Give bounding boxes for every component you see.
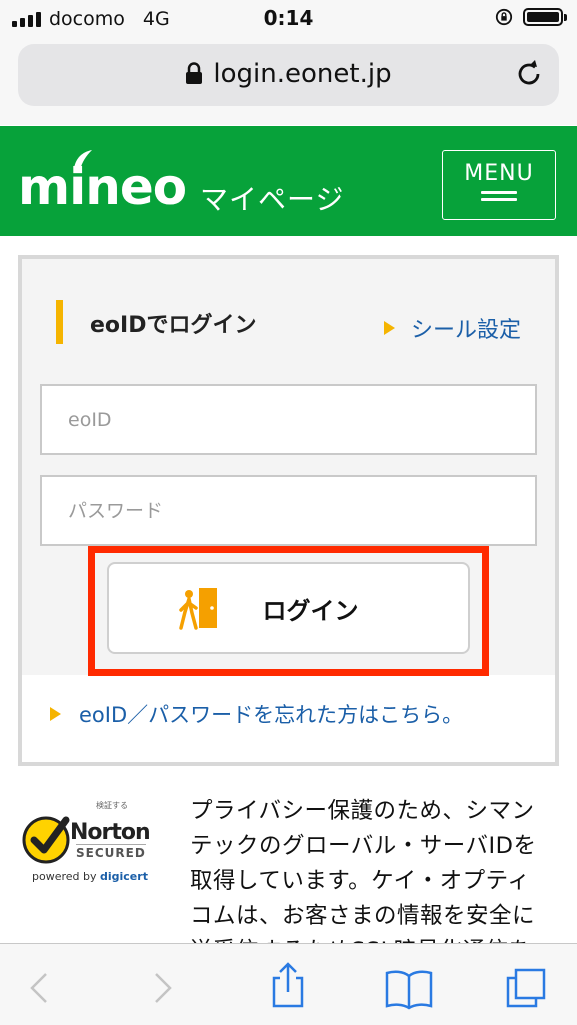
login-button[interactable]: ログイン [107, 562, 470, 654]
browser-toolbar [0, 943, 577, 1025]
menu-button[interactable]: MENU [442, 150, 556, 220]
norton-secured: SECURED [76, 844, 146, 860]
status-time: 0:14 [263, 6, 314, 30]
norton-powered-by: powered by digicert [32, 870, 148, 883]
rotation-lock-icon [495, 8, 513, 26]
arrow-right-icon [50, 707, 61, 721]
reload-icon[interactable] [513, 58, 545, 90]
back-icon[interactable] [18, 966, 62, 1010]
login-title: eoIDでログイン [90, 313, 257, 338]
bookmarks-icon[interactable] [384, 966, 434, 1010]
forgot-credentials-label: eoID／パスワードを忘れた方はこちら。 [79, 703, 464, 727]
login-panel: eoIDでログイン シール設定 ログイン eoID／パスワードを忘れた方はこちら… [18, 255, 559, 766]
browser-address-area: login.eonet.jp [0, 40, 577, 125]
password-input[interactable] [40, 475, 537, 546]
tabs-icon[interactable] [504, 966, 548, 1010]
url-text: login.eonet.jp [213, 59, 392, 89]
login-button-label: ログイン [262, 596, 359, 625]
norton-name: Norton [70, 820, 151, 845]
status-bar: docomo 4G 0:14 [0, 0, 577, 40]
menu-label: MENU [464, 161, 534, 186]
arrow-right-icon [383, 321, 395, 335]
hamburger-icon [481, 191, 517, 201]
door-exit-icon [178, 588, 217, 630]
share-icon[interactable] [266, 960, 310, 1010]
battery-icon [523, 8, 567, 26]
address-bar[interactable]: login.eonet.jp [18, 44, 559, 106]
norton-verify-text: 検証する [96, 801, 128, 810]
norton-check-icon [22, 816, 70, 864]
seal-settings-label: シール設定 [410, 318, 521, 343]
section-accent-bar [56, 300, 63, 344]
site-header: mineo マイページ MENU [0, 126, 577, 236]
seal-settings-link[interactable]: シール設定 [383, 312, 521, 344]
digicert-logo: digicert [100, 870, 148, 883]
header-subtitle: マイページ [200, 183, 345, 216]
forward-icon[interactable] [140, 966, 184, 1010]
forgot-credentials-link[interactable]: eoID／パスワードを忘れた方はこちら。 [50, 699, 463, 729]
eoid-input[interactable] [40, 384, 537, 455]
padlock-icon [186, 62, 203, 84]
norton-secured-badge[interactable]: 検証する Norton SECURED powered by digicert [20, 800, 160, 890]
mineo-logo[interactable]: mineo [18, 162, 187, 212]
